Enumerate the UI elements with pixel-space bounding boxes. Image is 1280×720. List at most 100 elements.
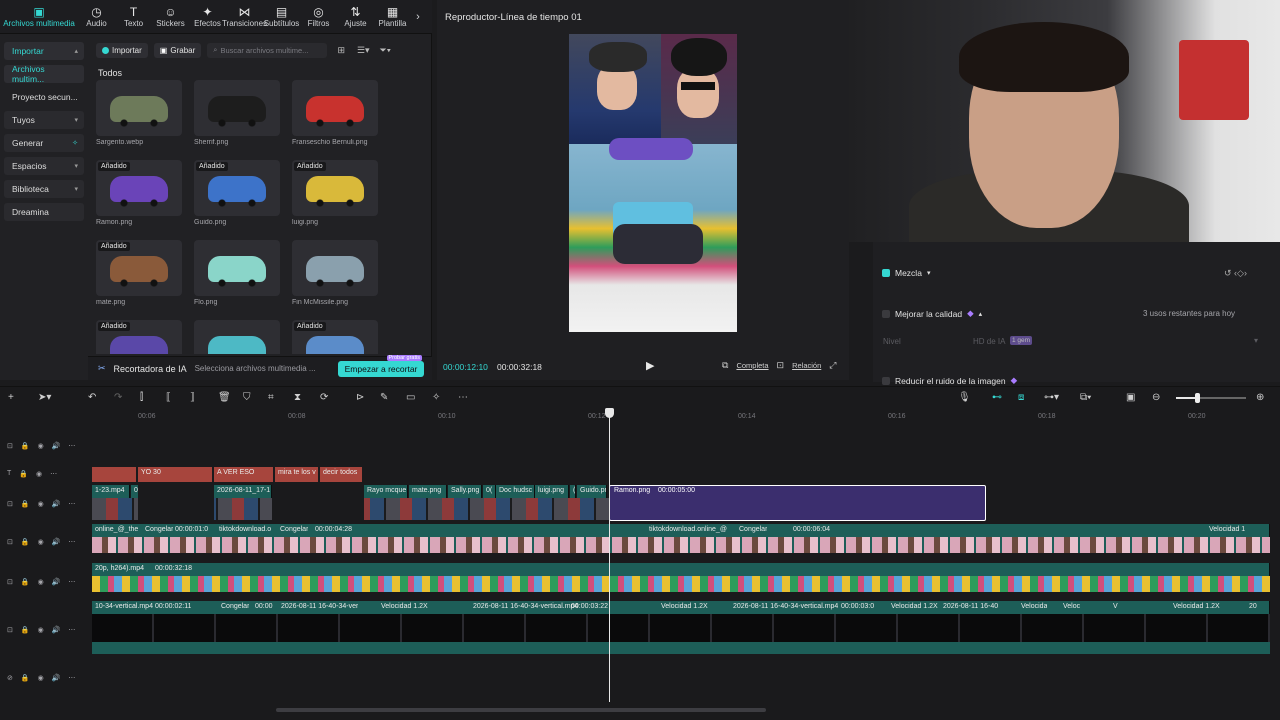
sidebar-item-secondary-project[interactable]: Proyecto secun... xyxy=(4,88,84,106)
fullscreen-icon[interactable]: ⤢ xyxy=(829,360,836,371)
checkbox-checked-icon[interactable] xyxy=(882,269,890,277)
track-type-icon[interactable]: ⊘ xyxy=(7,674,13,682)
crop-icon[interactable]: ⧉ xyxy=(722,360,728,371)
toolbar-text[interactable]: T Texto xyxy=(115,0,152,34)
track-type-icon[interactable]: ⊡ xyxy=(7,500,13,508)
media-item[interactable]: Sargento.webp xyxy=(96,80,182,154)
blend-section[interactable]: Mezcla ▾ xyxy=(882,268,930,278)
enhance-quality-section[interactable]: Mejorar la calidad ◆ ▴ xyxy=(882,308,982,319)
volume-icon[interactable]: 🔊 xyxy=(52,500,61,508)
import-button[interactable]: Importar xyxy=(96,42,148,58)
reset-keyframe-icons[interactable]: ↺ ‹◇› xyxy=(1224,268,1247,279)
time-ruler[interactable]: 00:06 00:08 00:10 00:12 00:14 00:16 00:18 00:20 xyxy=(92,408,1280,424)
eye-icon[interactable]: ◉ xyxy=(36,470,42,478)
grid-view-icon[interactable]: ⊞ xyxy=(333,45,349,56)
lock-icon[interactable]: 🔒 xyxy=(21,674,30,682)
toolbar-template[interactable]: ▦ Plantilla xyxy=(374,0,411,34)
record-button[interactable]: ▣ Grabar xyxy=(153,42,202,58)
track-type-icon[interactable]: T xyxy=(7,470,11,478)
link-icon[interactable]: ⊶▾ xyxy=(1044,392,1059,403)
track-type-icon[interactable]: ⊡ xyxy=(7,538,13,546)
volume-icon[interactable]: 🔊 xyxy=(52,578,61,586)
toolbar-subtitles[interactable]: ▤ Subtítulos xyxy=(263,0,300,34)
noise-reduction-section[interactable]: Reducir el ruido de la imagen ◆ xyxy=(882,375,1017,386)
more-icon[interactable]: ⋯ xyxy=(68,538,75,546)
play-button[interactable]: ▶ xyxy=(646,359,654,372)
media-item[interactable]: Sherrif.png xyxy=(194,80,280,154)
more-icon[interactable]: ⋯ xyxy=(50,470,57,478)
full-view-button[interactable]: Completa xyxy=(736,361,768,370)
split-left-icon[interactable]: ⟦ xyxy=(166,392,171,403)
sidebar-item-dreamina[interactable]: Dreamina xyxy=(4,203,84,221)
magic-icon[interactable]: ✧ xyxy=(432,392,440,403)
lock-icon[interactable]: 🔒 xyxy=(21,500,30,508)
more-icon[interactable]: ⋯ xyxy=(68,500,75,508)
split-icon[interactable]: ⫿ xyxy=(140,392,143,403)
chevron-right-icon[interactable]: › xyxy=(411,0,425,34)
captions-icon[interactable]: ▣ xyxy=(1126,392,1135,403)
track-type-icon[interactable]: ⊡ xyxy=(7,626,13,634)
media-item[interactable]: Franseschio Bernuli.png xyxy=(292,80,378,154)
eye-icon[interactable]: ◉ xyxy=(38,538,44,546)
toolbar-effects[interactable]: ✦ Efectos xyxy=(189,0,226,34)
aspect-ratio-button[interactable]: Relación xyxy=(792,361,821,370)
subtitle-tool-icon[interactable]: ▭ xyxy=(406,392,415,403)
lock-icon[interactable]: 🔒 xyxy=(21,578,30,586)
lock-icon[interactable]: 🔒 xyxy=(21,538,30,546)
media-item[interactable]: Añadido luigi.png xyxy=(292,160,378,234)
media-search-input[interactable]: ⌕ Buscar archivos multime... xyxy=(207,42,328,58)
sidebar-item-import[interactable]: Importar ▴ xyxy=(4,42,84,60)
playhead-handle[interactable] xyxy=(605,408,614,418)
link-main-track-icon[interactable]: ⊷ xyxy=(992,392,1002,403)
media-item[interactable]: Añadido Ramon.png xyxy=(96,160,182,234)
timeline-scrollbar[interactable] xyxy=(276,708,766,712)
more-icon[interactable]: ⋯ xyxy=(68,674,75,682)
volume-icon[interactable]: 🔊 xyxy=(52,538,61,546)
lock-icon[interactable]: 🔒 xyxy=(21,442,30,450)
lock-icon[interactable]: 🔒 xyxy=(21,626,30,634)
track-type-icon[interactable]: ⊡ xyxy=(7,578,13,586)
select-tool-icon[interactable]: ➤▾ xyxy=(38,392,51,403)
selected-clip[interactable]: Ramon.png 00:00:05:00 xyxy=(609,485,986,521)
sidebar-item-media-files[interactable]: Archivos multim... xyxy=(4,64,84,84)
start-trim-button[interactable]: Empezar a recortar xyxy=(338,361,424,377)
more-tools-icon[interactable]: ⋯ xyxy=(458,392,468,403)
redo-icon[interactable]: ↷ xyxy=(114,392,122,403)
toolbar-audio[interactable]: ◷ Audio xyxy=(78,0,115,34)
toolbar-adjust[interactable]: ⇅ Ajuste xyxy=(337,0,374,34)
toolbar-filters[interactable]: ◎ Filtros xyxy=(300,0,337,34)
media-item[interactable]: Añadido Guido.png xyxy=(194,160,280,234)
media-item[interactable]: Flo.png xyxy=(194,240,280,314)
checkbox-unchecked-icon[interactable] xyxy=(882,376,890,385)
volume-icon[interactable]: 🔊 xyxy=(52,442,61,450)
eye-icon[interactable]: ◉ xyxy=(38,578,44,586)
more-icon[interactable]: ⋯ xyxy=(68,578,75,586)
mirror-icon[interactable]: ⧗ xyxy=(294,392,301,403)
level-select[interactable]: HD de IA xyxy=(973,337,1005,346)
sidebar-item-library[interactable]: Biblioteca ▾ xyxy=(4,180,84,198)
zoom-out-icon[interactable]: ⊖ xyxy=(1152,392,1160,403)
media-item[interactable]: Añadido xyxy=(96,320,182,354)
toolbar-transitions[interactable]: ⋈ Transiciones xyxy=(222,0,267,34)
track-type-icon[interactable]: ⊡ xyxy=(7,442,13,450)
draw-icon[interactable]: ✎ xyxy=(380,392,388,403)
freeze-icon[interactable]: ⊳ xyxy=(356,392,364,403)
more-icon[interactable]: ⋯ xyxy=(68,626,75,634)
sidebar-item-generate[interactable]: Generar ✧ xyxy=(4,134,84,152)
delete-icon[interactable]: 🗑 xyxy=(218,392,231,403)
eye-icon[interactable]: ◉ xyxy=(38,500,44,508)
zoom-in-icon[interactable]: ⊕ xyxy=(1256,392,1264,403)
lock-icon[interactable]: 🔒 xyxy=(19,470,28,478)
snap-icon[interactable]: ⧈ xyxy=(1018,392,1024,403)
checkbox-unchecked-icon[interactable] xyxy=(882,309,890,318)
preview-axis-icon[interactable]: ⧉▾ xyxy=(1080,392,1091,403)
media-item[interactable]: Añadido xyxy=(292,320,378,354)
fit-icon[interactable]: ⊡ xyxy=(777,360,785,371)
crop-tool-icon[interactable]: ⌗ xyxy=(268,392,274,403)
zoom-slider-handle[interactable] xyxy=(1195,393,1200,403)
eye-icon[interactable]: ◉ xyxy=(38,442,44,450)
volume-icon[interactable]: 🔊 xyxy=(52,626,61,634)
toolbar-media[interactable]: ▣ Archivos multimedia xyxy=(0,0,78,34)
sidebar-item-yours[interactable]: Tuyos ▾ xyxy=(4,111,84,129)
media-item[interactable]: Añadido mate.png xyxy=(96,240,182,314)
